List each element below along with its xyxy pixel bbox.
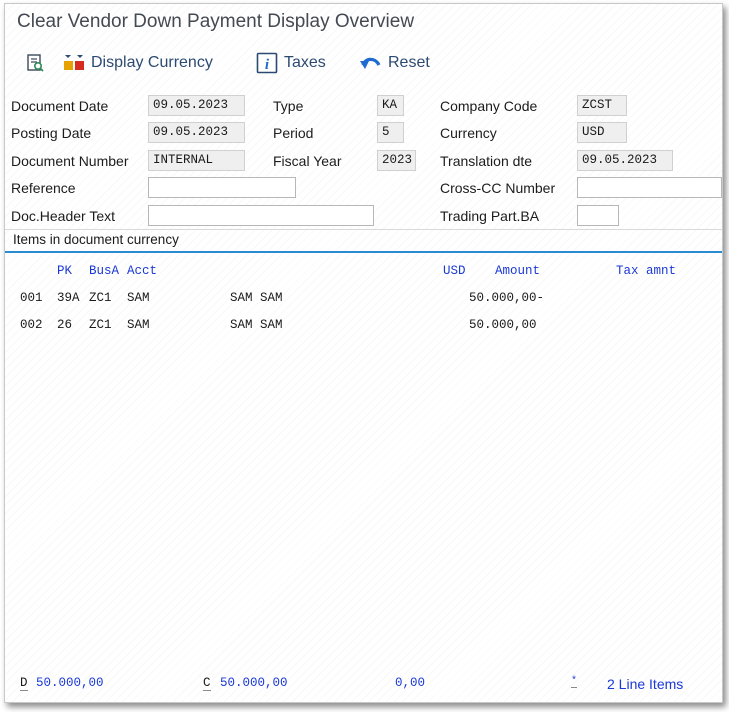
taxes-button[interactable]: i Taxes: [256, 46, 326, 80]
balance-total: 0,00: [395, 676, 426, 690]
row-posting-key: 39A: [57, 291, 80, 305]
document-date-field[interactable]: 09.05.2023: [148, 95, 245, 116]
row-account-name: SAM SAM: [230, 318, 283, 332]
taxes-label: Taxes: [284, 54, 326, 71]
document-overview-icon: [27, 54, 44, 72]
reset-label: Reset: [388, 54, 430, 71]
row-number: 002: [20, 318, 43, 332]
cross-cc-number-field[interactable]: [577, 177, 722, 198]
undo-icon: [360, 57, 381, 69]
debit-total: 50.000,00: [36, 676, 104, 690]
cross-cc-number-label: Cross-CC Number: [440, 180, 556, 196]
page-title: Clear Vendor Down Payment Display Overvi…: [17, 11, 415, 32]
row-number: 001: [20, 291, 43, 305]
document-date-label: Document Date: [11, 98, 109, 114]
period-label: Period: [273, 125, 314, 141]
credit-label: C: [203, 676, 211, 691]
row-business-area: ZC1: [89, 318, 112, 332]
type-field[interactable]: KA: [377, 95, 404, 116]
section-rule: [5, 251, 722, 253]
col-header-acct: Acct: [127, 264, 158, 278]
row-amount: 50.000,00-: [469, 291, 545, 305]
row-posting-key: 26: [57, 318, 73, 332]
info-icon: i: [256, 52, 278, 74]
line-items-count: 2 Line Items: [607, 676, 684, 692]
reference-field[interactable]: [148, 177, 296, 198]
col-header-tax-amount: Tax amnt: [616, 264, 677, 278]
translation-date-label: Translation dte: [440, 153, 533, 169]
col-header-amount: Amount: [495, 264, 541, 278]
currency-label: Currency: [440, 125, 497, 141]
currency-field[interactable]: USD: [577, 122, 627, 143]
sap-window: Clear Vendor Down Payment Display Overvi…: [4, 3, 723, 703]
reset-button[interactable]: Reset: [359, 46, 430, 80]
company-code-label: Company Code: [440, 98, 538, 114]
doc-header-text-label: Doc.Header Text: [11, 208, 116, 224]
fiscal-year-field[interactable]: 2023: [377, 150, 416, 171]
items-section-title: Items in document currency: [13, 232, 179, 247]
row-amount: 50.000,00: [469, 318, 537, 332]
row-account-name: SAM SAM: [230, 291, 283, 305]
row-business-area: ZC1: [89, 291, 112, 305]
row-account: SAM: [127, 318, 150, 332]
document-number-field[interactable]: INTERNAL: [148, 150, 245, 171]
reference-label: Reference: [11, 180, 76, 196]
doc-header-text-field[interactable]: [148, 205, 374, 226]
company-code-field[interactable]: ZCST: [577, 95, 627, 116]
col-header-busa: BusA: [89, 264, 120, 278]
document-number-label: Document Number: [11, 153, 129, 169]
credit-total: 50.000,00: [220, 676, 288, 690]
display-currency-button[interactable]: Display Currency: [62, 46, 213, 80]
display-currency-label: Display Currency: [91, 54, 213, 71]
display-currency-icon: [64, 55, 84, 70]
period-field[interactable]: 5: [377, 122, 404, 143]
fiscal-year-label: Fiscal Year: [273, 153, 342, 169]
row-account: SAM: [127, 291, 150, 305]
trading-part-ba-field[interactable]: [577, 205, 619, 226]
type-label: Type: [273, 98, 304, 114]
translation-date-field[interactable]: 09.05.2023: [577, 150, 673, 171]
debit-label: D: [20, 676, 28, 691]
toolbar: Display Currency i Taxes Reset: [5, 46, 722, 80]
divider: [5, 229, 722, 230]
col-header-currency: USD: [443, 264, 466, 278]
posting-date-label: Posting Date: [11, 125, 92, 141]
trading-part-ba-label: Trading Part.BA: [440, 208, 540, 224]
posting-date-field[interactable]: 09.05.2023: [148, 122, 245, 143]
document-overview-button[interactable]: [25, 46, 45, 80]
star-marker[interactable]: *: [571, 676, 578, 688]
col-header-pk: PK: [57, 264, 73, 278]
